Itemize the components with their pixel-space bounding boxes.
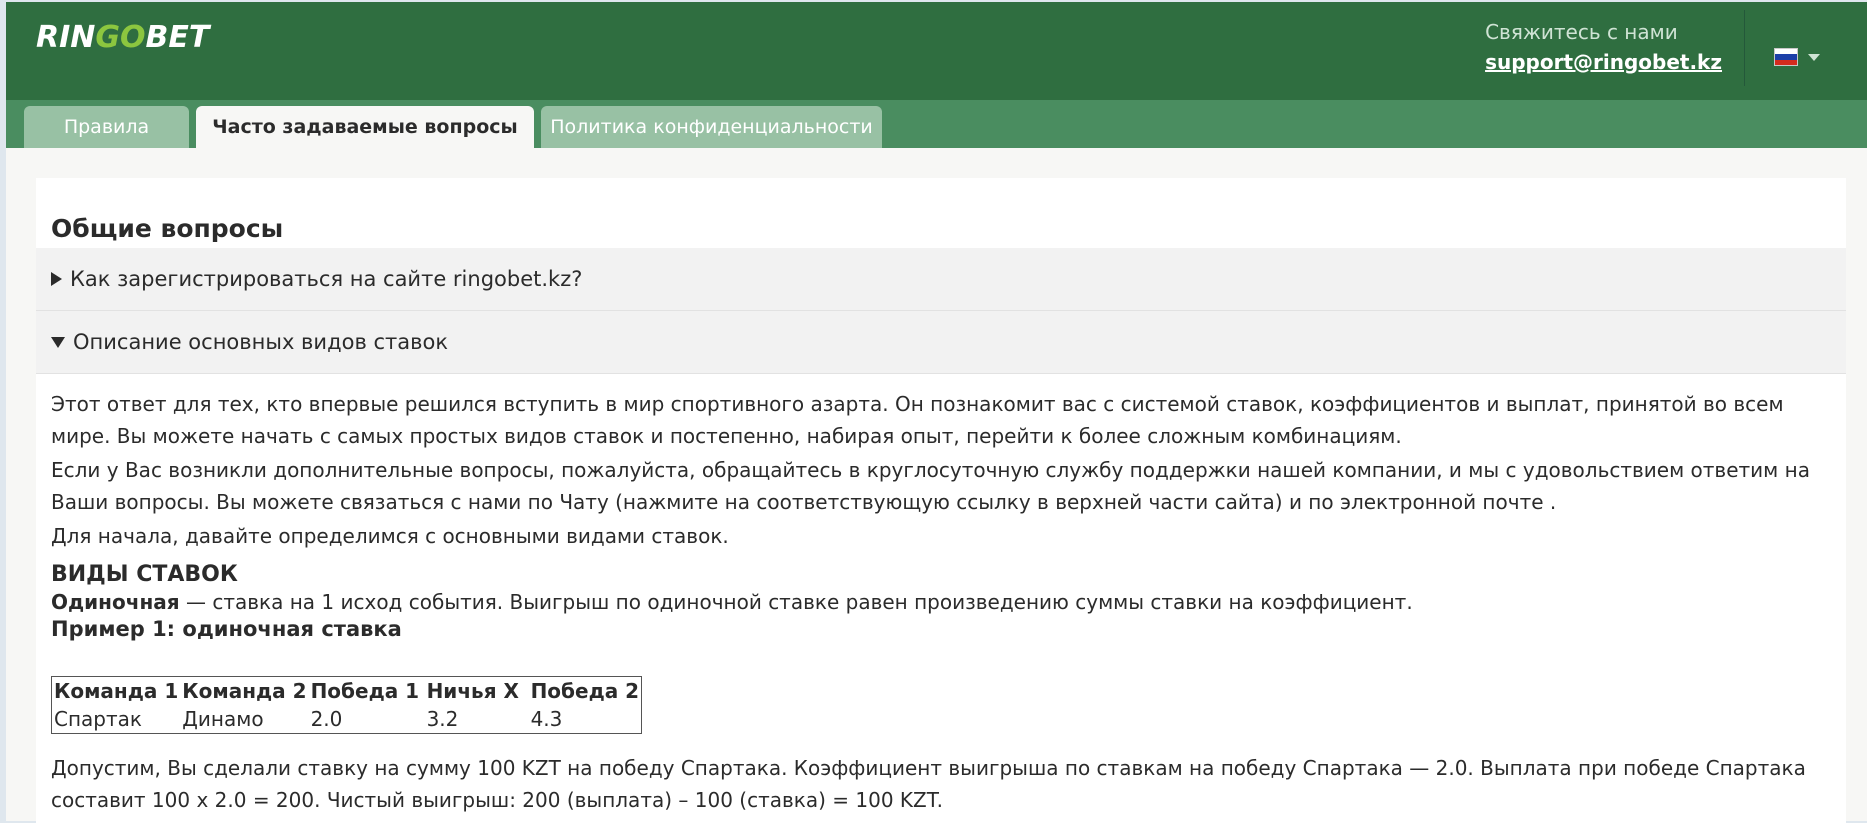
faq-question: Описание основных видов ставок	[73, 330, 449, 354]
logo-text-2: GO	[95, 20, 146, 55]
single-bet-term: Одиночная	[51, 590, 180, 614]
answer-paragraph-3: Для начала, давайте определимся с основн…	[51, 524, 729, 548]
site-header: RINGOBET Свяжитесь с нами support@ringob…	[6, 2, 1867, 102]
answer-paragraph-2: Если у Вас возникли дополнительные вопро…	[51, 458, 1810, 514]
logo-text-1: RIN	[36, 20, 96, 55]
table-cell: 4.3	[530, 707, 563, 731]
tab-bar: Правила Часто задаваемые вопросы Политик…	[6, 100, 1867, 148]
header-divider	[1744, 10, 1745, 86]
table-cell: 3.2	[426, 707, 459, 731]
table-cell: 2.0	[310, 707, 343, 731]
ringobet-logo[interactable]: RINGOBET	[36, 20, 209, 55]
answer-paragraph-1: Этот ответ для тех, кто впервые решился …	[51, 392, 1784, 448]
odds-table: Команда 1 Команда 2 Победа 1 Ничья X Поб…	[51, 676, 643, 734]
table-header-row: Команда 1 Команда 2 Победа 1 Ничья X Поб…	[52, 677, 642, 706]
faq-question: Как зарегистрироваться на сайте ringobet…	[70, 267, 583, 291]
contact-title: Свяжитесь с нами	[1485, 20, 1678, 44]
triangle-down-icon	[51, 336, 65, 348]
logo-text-3: BET	[145, 20, 210, 55]
chevron-down-icon	[1808, 53, 1820, 61]
column-header: Ничья X	[426, 679, 519, 703]
contact-block: Свяжитесь с нами support@ringobet.kz	[1485, 20, 1722, 74]
column-header: Команда 2	[182, 679, 307, 703]
russia-flag-icon	[1774, 48, 1798, 66]
tab-privacy-policy[interactable]: Политика конфиденциальности	[541, 106, 882, 148]
support-email-link[interactable]: support@ringobet.kz	[1485, 50, 1722, 74]
faq-item-registration[interactable]: Как зарегистрироваться на сайте ringobet…	[36, 248, 1846, 311]
triangle-right-icon	[51, 272, 62, 286]
tab-faq[interactable]: Часто задаваемые вопросы	[196, 106, 534, 148]
table-cell: Динамо	[182, 707, 264, 731]
page: RINGOBET Свяжитесь с нами support@ringob…	[6, 2, 1867, 823]
table-cell: Спартак	[54, 707, 142, 731]
single-bet-description: — ставка на 1 исход события. Выигрыш по …	[179, 590, 1413, 614]
answer-paragraph-4: Допустим, Вы сделали ставку на сумму 100…	[51, 756, 1806, 812]
column-header: Победа 1	[310, 679, 420, 703]
faq-content: Общие вопросы Как зарегистрироваться на …	[36, 178, 1846, 823]
example-title: Пример 1: одиночная ставка	[51, 617, 402, 641]
section-title: Общие вопросы	[51, 214, 284, 243]
column-header: Команда 1	[54, 679, 179, 703]
tab-rules[interactable]: Правила	[24, 106, 189, 148]
language-selector[interactable]	[1774, 48, 1820, 66]
faq-item-bet-types[interactable]: Описание основных видов ставок	[36, 311, 1846, 374]
column-header: Победа 2	[530, 679, 640, 703]
table-row: Спартак Динамо 2.0 3.2 4.3	[52, 705, 642, 734]
